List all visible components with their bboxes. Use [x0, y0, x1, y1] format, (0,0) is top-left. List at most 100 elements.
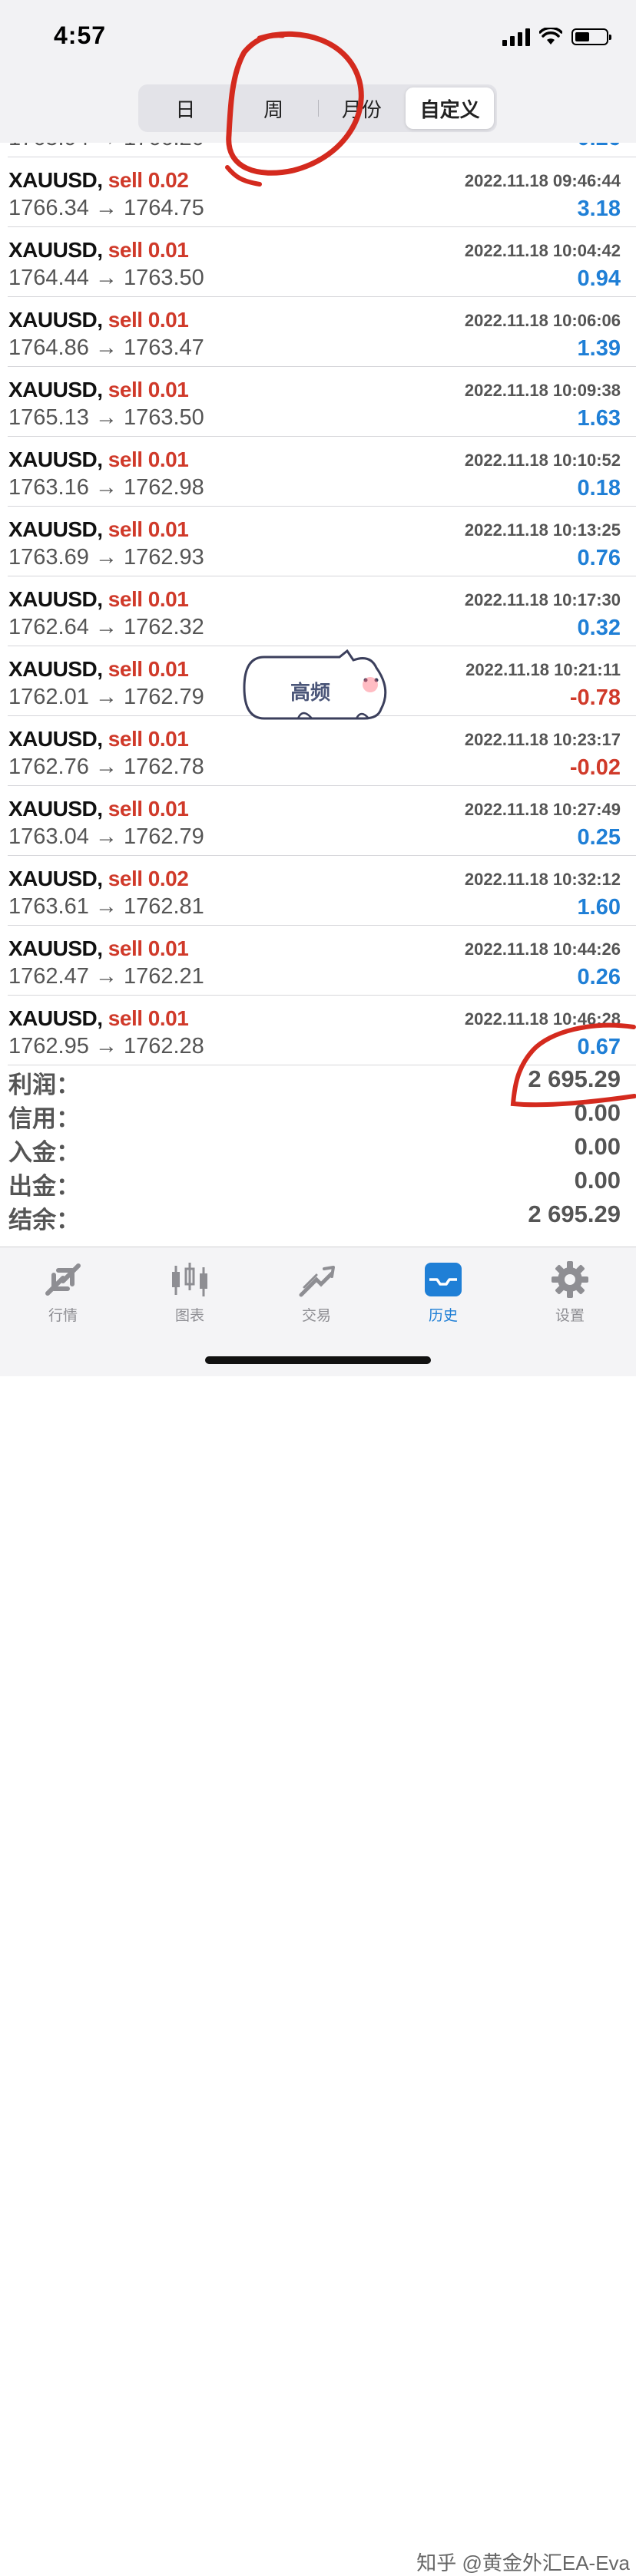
order-side: sell 0.01 — [108, 447, 189, 471]
order-profit: 0.26 — [578, 143, 621, 151]
order-prices: 1765.94 → 1766.20 — [8, 143, 204, 151]
order-symbol-name: XAUUSD, — [8, 936, 103, 960]
list-item[interactable]: XAUUSD, sell 0.01 2022.11.18 10:17:30 1762… — [8, 576, 636, 646]
summary-label: 出金： — [8, 1173, 80, 1200]
order-symbol-name: XAUUSD, — [8, 517, 103, 541]
list-item[interactable]: XAUUSD, sell 0.01 2022.11.18 10:46:28 1762… — [8, 996, 636, 1065]
order-side: sell 0.01 — [108, 1006, 189, 1030]
order-prices: 1762.01 → 1762.79 — [8, 685, 204, 709]
order-prices: 1765.13 → 1763.50 — [8, 405, 204, 430]
order-symbol-name: XAUUSD, — [8, 447, 103, 471]
summary-balance-row: 结余： 2 695.29 — [0, 1199, 636, 1234]
summary-value: 2 695.29 — [528, 1200, 621, 1227]
order-symbol-name: XAUUSD, — [8, 378, 103, 401]
order-side: sell 0.01 — [108, 727, 189, 751]
order-side: sell 0.01 — [108, 657, 189, 681]
cellular-signal-icon — [502, 28, 530, 46]
cat-sticker-overlay: 高频 — [241, 649, 395, 723]
sticker-text: 高频 — [290, 681, 331, 704]
order-prices: 1762.64 → 1762.32 — [8, 615, 204, 639]
list-item[interactable]: XAUUSD, sell 0.01 2022.11.18 10:09:38 1765… — [8, 367, 636, 437]
gear-icon — [552, 1261, 588, 1298]
order-prices: 1762.95 → 1762.28 — [8, 1034, 204, 1058]
order-prices: 1766.34 → 1764.75 — [8, 196, 204, 220]
order-symbol: XAUUSD, sell 0.01 — [8, 517, 189, 542]
list-item[interactable]: XAUUSD, sell 0.01 2022.11.18 10:44:26 1762… — [8, 926, 636, 996]
watermark: 知乎 @黄金外汇EA-Eva — [416, 2551, 630, 2574]
tab-settings[interactable]: 设置 — [524, 1255, 616, 1332]
list-item[interactable]: XAUUSD, sell 0.01 2022.11.18 10:10:52 1763… — [8, 437, 636, 507]
summary-label: 结余： — [8, 1207, 80, 1234]
order-symbol-name: XAUUSD, — [8, 308, 103, 332]
tab-label: 图表 — [174, 1308, 204, 1324]
tab-label: 历史 — [428, 1308, 458, 1324]
order-side: sell 0.02 — [108, 867, 189, 890]
tab-chart[interactable]: 图表 — [144, 1255, 236, 1332]
order-symbol: XAUUSD, sell 0.01 — [8, 657, 189, 682]
list-item[interactable]: XAUUSD, sell 0.01 2022.11.18 10:13:25 1763… — [8, 507, 636, 576]
tab-label: 设置 — [555, 1308, 585, 1324]
summary-value: 0.00 — [574, 1099, 621, 1126]
segment-day[interactable]: 日 — [141, 88, 230, 129]
order-datetime: 2022.11.18 10:23:17 — [464, 730, 621, 749]
list-item[interactable]: XAUUSD, sell 0.02 2022.11.18 09:46:44 1766… — [8, 157, 636, 227]
order-profit: 1.39 — [577, 336, 621, 361]
summary-withdrawal-row: 出金： 0.00 — [0, 1165, 636, 1200]
home-indicator[interactable] — [205, 1356, 431, 1364]
summary-value: 0.00 — [574, 1167, 621, 1194]
tab-history[interactable]: 历史 — [397, 1255, 489, 1332]
order-symbol: XAUUSD, sell 0.01 — [8, 587, 189, 612]
list-item[interactable]: XAUUSD, sell 0.01 2022.11.18 10:06:06 1764… — [8, 297, 636, 367]
order-profit: 1.63 — [577, 406, 621, 431]
order-symbol-name: XAUUSD, — [8, 238, 103, 262]
order-symbol: XAUUSD, sell 0.02 — [8, 168, 189, 193]
list-item[interactable]: XAUUSD, sell 0.01 2022.11.18 10:27:49 1763… — [8, 786, 636, 856]
order-symbol-name: XAUUSD, — [8, 797, 103, 821]
history-list[interactable]: 1765.94 → 1766.20 0.26 XAUUSD, sell 0.02… — [0, 143, 636, 1065]
segment-month[interactable]: 月份 — [317, 88, 406, 129]
status-icons — [502, 28, 611, 46]
tab-quotes[interactable]: 行情 — [17, 1255, 109, 1332]
order-datetime: 2022.11.18 09:46:44 — [464, 171, 621, 190]
list-item[interactable]: XAUUSD, sell 0.01 2022.11.18 10:04:42 1764… — [8, 227, 636, 297]
order-datetime: 2022.11.18 10:44:26 — [464, 940, 621, 959]
summary-credit-row: 信用： 0.00 — [0, 1098, 636, 1132]
summary-deposit-row: 入金： 0.00 — [0, 1131, 636, 1166]
tab-label: 交易 — [301, 1308, 331, 1324]
history-inbox-icon — [425, 1263, 462, 1296]
order-side: sell 0.02 — [108, 168, 189, 192]
summary-value: 0.00 — [574, 1133, 621, 1160]
summary-label: 利润： — [8, 1072, 80, 1098]
tab-trade[interactable]: 交易 — [270, 1255, 363, 1332]
order-side: sell 0.01 — [108, 587, 189, 611]
list-item[interactable]: XAUUSD, sell 0.01 2022.11.18 10:23:17 1762… — [8, 716, 636, 786]
order-datetime: 2022.11.18 10:04:42 — [464, 241, 621, 260]
order-profit: -0.02 — [569, 755, 621, 780]
tab-label: 行情 — [48, 1308, 78, 1324]
order-side: sell 0.01 — [108, 308, 189, 332]
order-symbol-name: XAUUSD, — [8, 657, 103, 681]
order-symbol: XAUUSD, sell 0.01 — [8, 308, 189, 332]
account-summary: 利润： 2 695.29 信用： 0.00 入金： 0.00 出金： 0.00 … — [0, 1064, 636, 1234]
order-side: sell 0.01 — [108, 517, 189, 541]
order-side: sell 0.01 — [108, 936, 189, 960]
order-symbol-name: XAUUSD, — [8, 867, 103, 890]
order-datetime: 2022.11.18 10:17:30 — [464, 590, 621, 609]
segment-custom[interactable]: 自定义 — [406, 88, 494, 129]
segment-week[interactable]: 周 — [229, 88, 318, 129]
order-profit: 0.25 — [577, 825, 621, 850]
list-item[interactable]: XAUUSD, sell 0.02 2022.11.18 10:32:12 1763… — [8, 856, 636, 926]
trade-icon — [299, 1266, 335, 1297]
order-prices: 1763.16 → 1762.98 — [8, 475, 204, 500]
period-segmented-control: 日 周 月份 自定义 — [138, 84, 497, 132]
order-symbol: XAUUSD, sell 0.01 — [8, 797, 189, 821]
order-prices: 1762.47 → 1762.21 — [8, 964, 204, 989]
order-datetime: 2022.11.18 10:13:25 — [464, 520, 621, 540]
order-prices: 1763.69 → 1762.93 — [8, 545, 204, 570]
order-prices: 1763.04 → 1762.79 — [8, 824, 204, 849]
order-symbol-name: XAUUSD, — [8, 1006, 103, 1030]
candlestick-chart-icon — [172, 1263, 207, 1296]
order-profit: 3.18 — [577, 197, 621, 221]
list-item-partial[interactable]: 1765.94 → 1766.20 0.26 — [8, 143, 636, 157]
order-datetime: 2022.11.18 10:21:11 — [465, 660, 621, 679]
